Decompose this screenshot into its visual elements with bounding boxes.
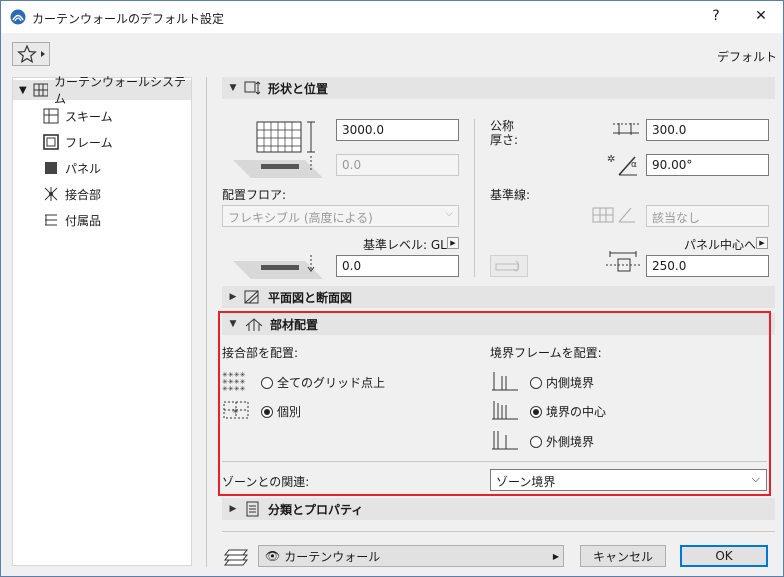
title-bar: カーテンウォールのデフォルト設定 ? ✕ [1, 1, 783, 33]
section-title: 分類とプロパティ [268, 502, 364, 517]
app-logo-icon [10, 9, 26, 25]
ref-level-menu-button[interactable]: ▶ [447, 237, 459, 249]
curtain-wall-icon [33, 83, 48, 97]
ref-level-diagram-icon [233, 255, 323, 279]
chevron-right-icon: ▶ [229, 292, 237, 302]
tree-item-label: フレーム [65, 135, 113, 150]
tree-root-curtain-wall-system[interactable]: ▼ カーテンウォールシステム [13, 75, 191, 106]
tree-item-scheme[interactable]: スキーム [43, 106, 113, 126]
tree-root-label: カーテンウォールシステム [53, 75, 186, 106]
layer-select[interactable]: 👁 カーテンウォール ▶ [258, 545, 564, 567]
ref-line-label: 基準線: [490, 188, 531, 202]
ref-line-field: 該当なし [646, 205, 769, 227]
layer-value: カーテンウォール [284, 549, 381, 564]
panel-center-label: パネル中心へ [684, 238, 757, 252]
chevron-right-icon: ▶ [552, 551, 559, 561]
angle-icon: ✲ α [607, 154, 637, 176]
floor-select[interactable]: フレキシブル (高度による) ⌵ [222, 205, 459, 227]
tree-item-accessory[interactable]: 付属品 [43, 210, 101, 230]
tree-item-junction[interactable]: 接合部 [43, 184, 101, 204]
panel-offset-icon [606, 251, 640, 272]
dialog-window: カーテンウォールのデフォルト設定 ? ✕ デフォルト ▼ カーテンウォールシステ… [0, 0, 784, 577]
section-header-plan-section[interactable]: ▶ 平面図と断面図 [222, 286, 775, 308]
tree-item-label: 接合部 [65, 187, 102, 202]
height-input[interactable]: 3000.0 [336, 119, 459, 141]
section-header-classification[interactable]: ▶ 分類とプロパティ [222, 498, 775, 520]
ref-level-label: 基準レベル: GL [363, 238, 447, 252]
shape-divider [474, 119, 475, 277]
frame-icon [43, 134, 59, 150]
close-button[interactable]: ✕ [746, 8, 776, 24]
section-title: 形状と位置 [268, 81, 329, 96]
section-header-shape[interactable]: ▼ 形状と位置 [222, 77, 775, 99]
favorites-button[interactable] [12, 42, 50, 66]
chevron-right-icon: ▶ [229, 504, 237, 514]
chevron-down-icon: ⌵ [445, 208, 453, 219]
settings-tree: ▼ カーテンウォールシステム スキーム フレーム パネル 接合部 付属品 [12, 75, 192, 566]
chevron-down-icon: ▼ [229, 83, 237, 93]
panel-offset-input[interactable]: 250.0 [646, 255, 769, 277]
highlight-box [218, 311, 771, 496]
thickness-label: 厚さ: [490, 133, 519, 147]
scheme-icon [43, 108, 59, 124]
floor-select-value: フレキシブル (高度による) [228, 211, 373, 225]
tree-item-label: スキーム [65, 109, 113, 124]
tree-item-panel[interactable]: パネル [43, 158, 101, 178]
ok-button[interactable]: OK [680, 545, 768, 567]
section-title: 平面図と断面図 [268, 290, 353, 305]
tree-item-label: パネル [65, 161, 102, 176]
help-button[interactable]: ? [701, 8, 731, 24]
star-icon [17, 44, 45, 64]
layer-icon [223, 549, 249, 566]
ref-line-icon [592, 207, 635, 223]
tree-item-frame[interactable]: フレーム [43, 132, 113, 152]
svg-text:✲: ✲ [607, 154, 615, 165]
wall-height-diagram-icon [233, 121, 323, 178]
chevron-down-icon: ▼ [19, 84, 27, 96]
panel-center-menu-button[interactable]: ▶ [756, 237, 768, 249]
junction-icon [44, 187, 58, 201]
panel-divider [206, 77, 207, 567]
floor-label: 配置フロア: [222, 188, 287, 202]
shape-position-icon [244, 81, 261, 95]
eye-icon: 👁 [265, 549, 281, 563]
angle-input[interactable]: 90.00° [646, 154, 769, 176]
ref-level-input[interactable]: 0.0 [336, 255, 459, 277]
thickness-icon [613, 123, 639, 135]
defaults-label: デフォルト [717, 50, 778, 64]
flip-icon [495, 260, 520, 272]
cancel-button[interactable]: キャンセル [580, 545, 666, 567]
flip-button[interactable] [490, 255, 528, 277]
accessory-icon [45, 214, 57, 226]
panel-icon [45, 162, 57, 174]
window-title: カーテンウォールのデフォルト設定 [32, 12, 225, 26]
offset-input[interactable]: 0.0 [336, 154, 459, 176]
svg-text:α: α [631, 160, 637, 170]
footer-separator [222, 531, 775, 532]
plan-section-icon [244, 290, 259, 304]
classification-icon [246, 501, 259, 517]
thickness-input[interactable]: 300.0 [646, 119, 769, 141]
tree-item-label: 付属品 [65, 213, 102, 228]
